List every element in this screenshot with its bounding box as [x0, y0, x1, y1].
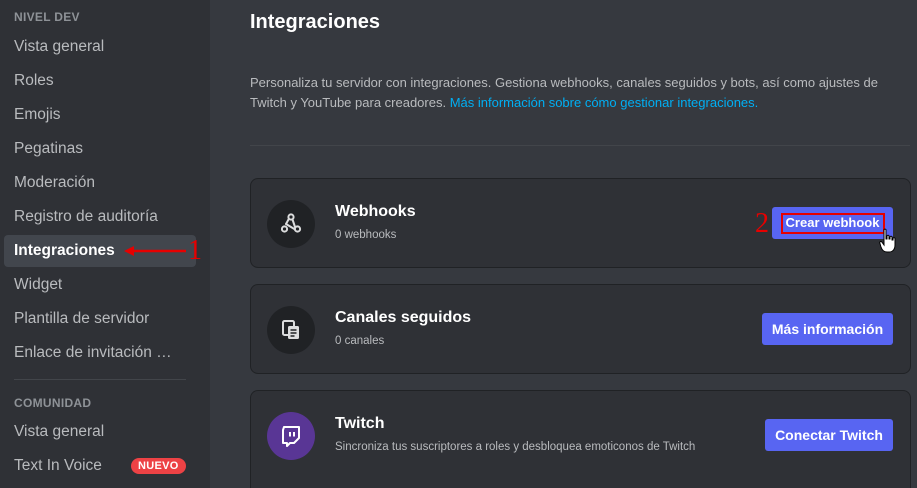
hand-cursor-icon [879, 228, 896, 253]
webhooks-title: Webhooks [335, 203, 416, 220]
webhook-icon [267, 200, 315, 248]
section-header-comunidad: COMUNIDAD [14, 396, 92, 410]
sidebar-item-registro-auditoria[interactable]: Registro de auditoría [4, 201, 196, 233]
sidebar-item-enlace-invitacion[interactable]: Enlace de invitación personalizado [4, 337, 190, 369]
learn-more-link[interactable]: Más información sobre cómo gestionar int… [450, 95, 759, 110]
twitch-icon [267, 412, 315, 460]
followed-channels-title: Canales seguidos [335, 309, 472, 326]
sidebar-item-moderacion[interactable]: Moderación [4, 167, 196, 199]
sidebar-item-roles[interactable]: Roles [4, 65, 196, 97]
page-description: Personaliza tu servidor con integracione… [250, 73, 900, 113]
page-title: Integraciones [250, 11, 381, 33]
new-badge: NUEVO [131, 458, 186, 474]
sidebar-item-emojis[interactable]: Emojis [4, 99, 196, 131]
sidebar-item-plantilla-servidor[interactable]: Plantilla de servidor [4, 303, 196, 335]
sidebar-divider [14, 379, 186, 380]
connect-twitch-button[interactable]: Conectar Twitch [765, 419, 893, 451]
learn-more-button[interactable]: Más información [762, 313, 893, 345]
sidebar-item-pegatinas[interactable]: Pegatinas [4, 133, 196, 165]
annotation-step-2: 2 [755, 208, 769, 239]
twitch-description: Sincroniza tus suscriptores a roles y de… [335, 441, 696, 453]
followed-channels-count: 0 canales [335, 335, 385, 347]
webhooks-count: 0 webhooks [335, 229, 397, 241]
sidebar-item-vista-general[interactable]: Vista general [4, 31, 196, 63]
annotation-step-1: 1 [188, 235, 202, 266]
create-webhook-button[interactable]: Crear webhook [772, 207, 893, 239]
sidebar-item-text-in-voice[interactable]: Text In Voice [4, 450, 124, 482]
annotation-arrow-icon [124, 246, 186, 256]
twitch-title: Twitch [335, 415, 385, 432]
content-divider [250, 145, 910, 146]
sidebar-item-comunidad-vista-general[interactable]: Vista general [4, 416, 196, 448]
followed-channel-icon [267, 306, 315, 354]
section-header-nivel-dev: NIVEL DEV [14, 10, 80, 24]
sidebar-item-widget[interactable]: Widget [4, 269, 196, 301]
